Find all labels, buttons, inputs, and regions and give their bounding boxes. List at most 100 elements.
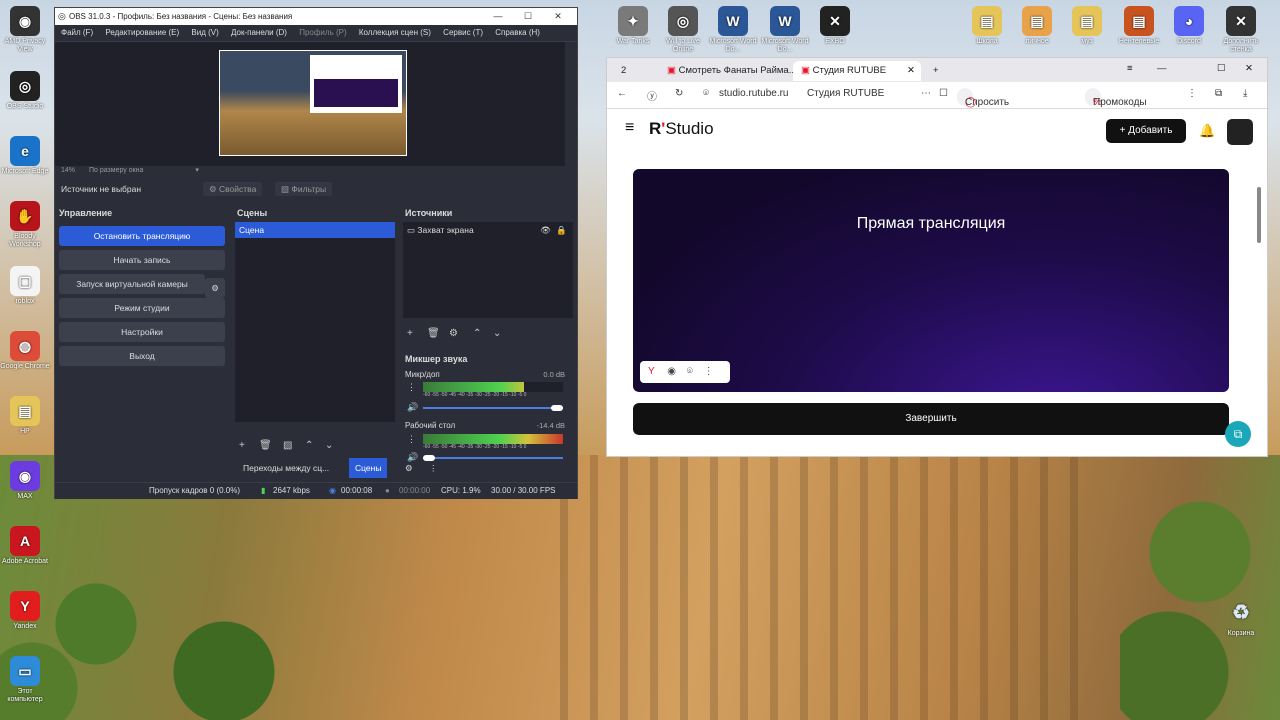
filters-button[interactable]: ▧ Фильтры: [275, 182, 333, 196]
menu-view[interactable]: Вид (V): [191, 28, 218, 37]
scene-item[interactable]: Сцена: [235, 222, 395, 238]
support-fab-icon[interactable]: ⧉: [1225, 421, 1251, 447]
desktop-shortcut[interactable]: W Microsoft Word Do...: [708, 6, 758, 54]
desktop-shortcut[interactable]: ▤ личное: [1012, 6, 1062, 46]
yandex-icon[interactable]: Y: [648, 366, 655, 377]
address-bar[interactable]: studio.rutube.ru: [719, 88, 789, 99]
desktop-shortcut[interactable]: ◉ AMD Privacy View: [0, 6, 50, 54]
desktop-shortcut[interactable]: ▤ Школа: [962, 6, 1012, 46]
kebab-menu-icon[interactable]: ⋮: [407, 434, 416, 445]
yandex-icon[interactable]: ⓨ: [647, 88, 657, 103]
zoom-mode-select[interactable]: По размеру окна: [89, 167, 143, 174]
chevron-up-icon[interactable]: ⌃: [305, 440, 313, 451]
desktop-shortcut[interactable]: A Adobe Acrobat: [0, 526, 50, 566]
more-icon[interactable]: ⋮: [1187, 88, 1197, 99]
start-virtual-camera-button[interactable]: Запуск виртуальной камеры: [59, 274, 205, 294]
menu-tools[interactable]: Сервис (T): [443, 28, 483, 37]
desktop-shortcut[interactable]: ◎ OBS Studio: [0, 71, 50, 111]
desktop-shortcut[interactable]: ▤ HP: [0, 396, 50, 436]
more-icon[interactable]: ⋮: [704, 366, 714, 377]
maximize-icon[interactable]: ☐: [1217, 63, 1226, 74]
reload-icon[interactable]: ↻: [675, 88, 683, 99]
menu-file[interactable]: Файл (F): [61, 28, 93, 37]
desktop-shortcut[interactable]: ▤ Нентелевые: [1114, 6, 1164, 46]
desktop-shortcut[interactable]: ◍ Google Chrome: [0, 331, 50, 371]
volume-slider-knob[interactable]: [551, 405, 563, 411]
source-item[interactable]: ▭ Захват экрана 👁 🔒: [403, 222, 573, 238]
extensions-icon[interactable]: ⧉: [1215, 88, 1222, 99]
trash-icon[interactable]: 🗑: [427, 328, 440, 339]
chevron-down-icon[interactable]: ⌄: [325, 440, 333, 451]
minimize-icon[interactable]: —: [1157, 63, 1167, 74]
chevron-up-icon[interactable]: ⌃: [473, 328, 481, 339]
menu-profile[interactable]: Профиль (P): [299, 28, 346, 37]
menu-edit[interactable]: Редактирование (E): [105, 28, 179, 37]
chevron-down-icon[interactable]: ▾: [195, 167, 199, 174]
desktop-shortcut[interactable]: ◎ Will to Live Online: [658, 6, 708, 54]
kebab-menu-icon[interactable]: ⋮: [429, 458, 438, 478]
scrollbar[interactable]: [1257, 173, 1263, 453]
ask-alice-button[interactable]: ◯ Спросить Алису AI: [957, 88, 1009, 126]
virtual-camera-settings-gear-icon[interactable]: ⚙: [205, 278, 225, 298]
new-tab-icon[interactable]: +: [925, 61, 947, 81]
close-icon[interactable]: ✕: [1245, 63, 1253, 74]
chevron-down-icon[interactable]: ⌄: [493, 328, 501, 339]
desktop-shortcut[interactable]: ✕ Дополнить стенка: [1216, 6, 1266, 54]
avatar[interactable]: [1227, 119, 1253, 145]
speaker-icon[interactable]: 🔊: [407, 402, 418, 413]
desktop-shortcut[interactable]: ▢ roblox: [0, 266, 50, 306]
eye-icon[interactable]: 👁: [540, 222, 551, 238]
filter-icon[interactable]: ▧: [283, 440, 292, 451]
close-icon[interactable]: ✕: [543, 8, 573, 25]
menu-scene-collection[interactable]: Коллекция сцен (S): [359, 28, 431, 37]
tab-counter[interactable]: 2: [613, 61, 634, 81]
desktop-shortcut[interactable]: e Microsoft Edge: [0, 136, 50, 176]
desktop-shortcut[interactable]: W Microsoft Word Do...: [760, 6, 810, 54]
minimize-icon[interactable]: —: [483, 8, 513, 25]
eye-icon[interactable]: ◉: [667, 366, 676, 377]
gear-icon[interactable]: ⚙: [405, 458, 413, 478]
desktop-shortcut[interactable]: ◉ MAX: [0, 461, 50, 501]
menu-help[interactable]: Справка (H): [495, 28, 540, 37]
screenshot-icon[interactable]: ⌾: [687, 366, 693, 377]
tab-transitions[interactable]: Переходы между сц...: [243, 458, 329, 478]
desktop-shortcut[interactable]: ✦ War Tanks: [608, 6, 658, 46]
desktop-shortcut[interactable]: Y Yandex: [0, 591, 50, 631]
promo-codes-button[interactable]: % Промокоды: [1085, 88, 1147, 108]
close-icon[interactable]: ✕: [907, 61, 915, 81]
tab-rutube-studio[interactable]: ▣ Студия RUTUBE ✕: [793, 61, 921, 81]
stop-streaming-button[interactable]: Остановить трансляцию: [59, 226, 225, 246]
finish-stream-button[interactable]: Завершить: [633, 403, 1229, 435]
desktop-shortcut[interactable]: ✕ EXBO: [810, 6, 860, 46]
tab-scenes[interactable]: Сцены: [349, 458, 388, 478]
menu-docks[interactable]: Док-панели (D): [231, 28, 287, 37]
rutube-studio-logo[interactable]: R'Studio: [649, 119, 714, 139]
exit-button[interactable]: Выход: [59, 346, 225, 366]
desktop-shortcut[interactable]: ◕ Discord: [1164, 6, 1214, 46]
menu-icon[interactable]: ≡: [1127, 63, 1133, 74]
download-icon[interactable]: ⤓: [1243, 88, 1247, 99]
more-icon[interactable]: ⋯: [921, 88, 931, 99]
desktop-shortcut[interactable]: ▤ муз: [1062, 6, 1112, 46]
maximize-icon[interactable]: ☐: [513, 8, 543, 25]
scrollbar-thumb[interactable]: [1257, 187, 1261, 243]
live-player[interactable]: Прямая трансляция Y ◉ ⌾ ⋮: [633, 169, 1229, 392]
start-recording-button[interactable]: Начать запись: [59, 250, 225, 270]
add-source-icon[interactable]: +: [407, 328, 413, 339]
bell-icon[interactable]: 🔔: [1199, 123, 1215, 139]
recycle-bin-shortcut[interactable]: ♻ Корзина: [1216, 598, 1266, 638]
tab-rutube-video[interactable]: ▣ Смотреть Фанаты Райма...: [659, 61, 805, 81]
kebab-menu-icon[interactable]: ⋮: [407, 382, 416, 393]
trash-icon[interactable]: 🗑: [259, 440, 272, 451]
gear-icon[interactable]: ⚙: [449, 328, 458, 339]
add-button[interactable]: + Добавить: [1106, 119, 1186, 143]
lock-icon[interactable]: 🔒: [556, 222, 567, 238]
hamburger-menu-icon[interactable]: ≡: [625, 119, 634, 137]
properties-button[interactable]: ⚙ Свойства: [203, 182, 263, 196]
back-icon[interactable]: ←: [617, 88, 627, 99]
settings-button[interactable]: Настройки: [59, 322, 225, 342]
studio-mode-button[interactable]: Режим студии: [59, 298, 225, 318]
bookmark-icon[interactable]: ☐: [939, 88, 948, 99]
obs-preview[interactable]: [55, 42, 565, 166]
volume-slider[interactable]: [423, 405, 563, 411]
